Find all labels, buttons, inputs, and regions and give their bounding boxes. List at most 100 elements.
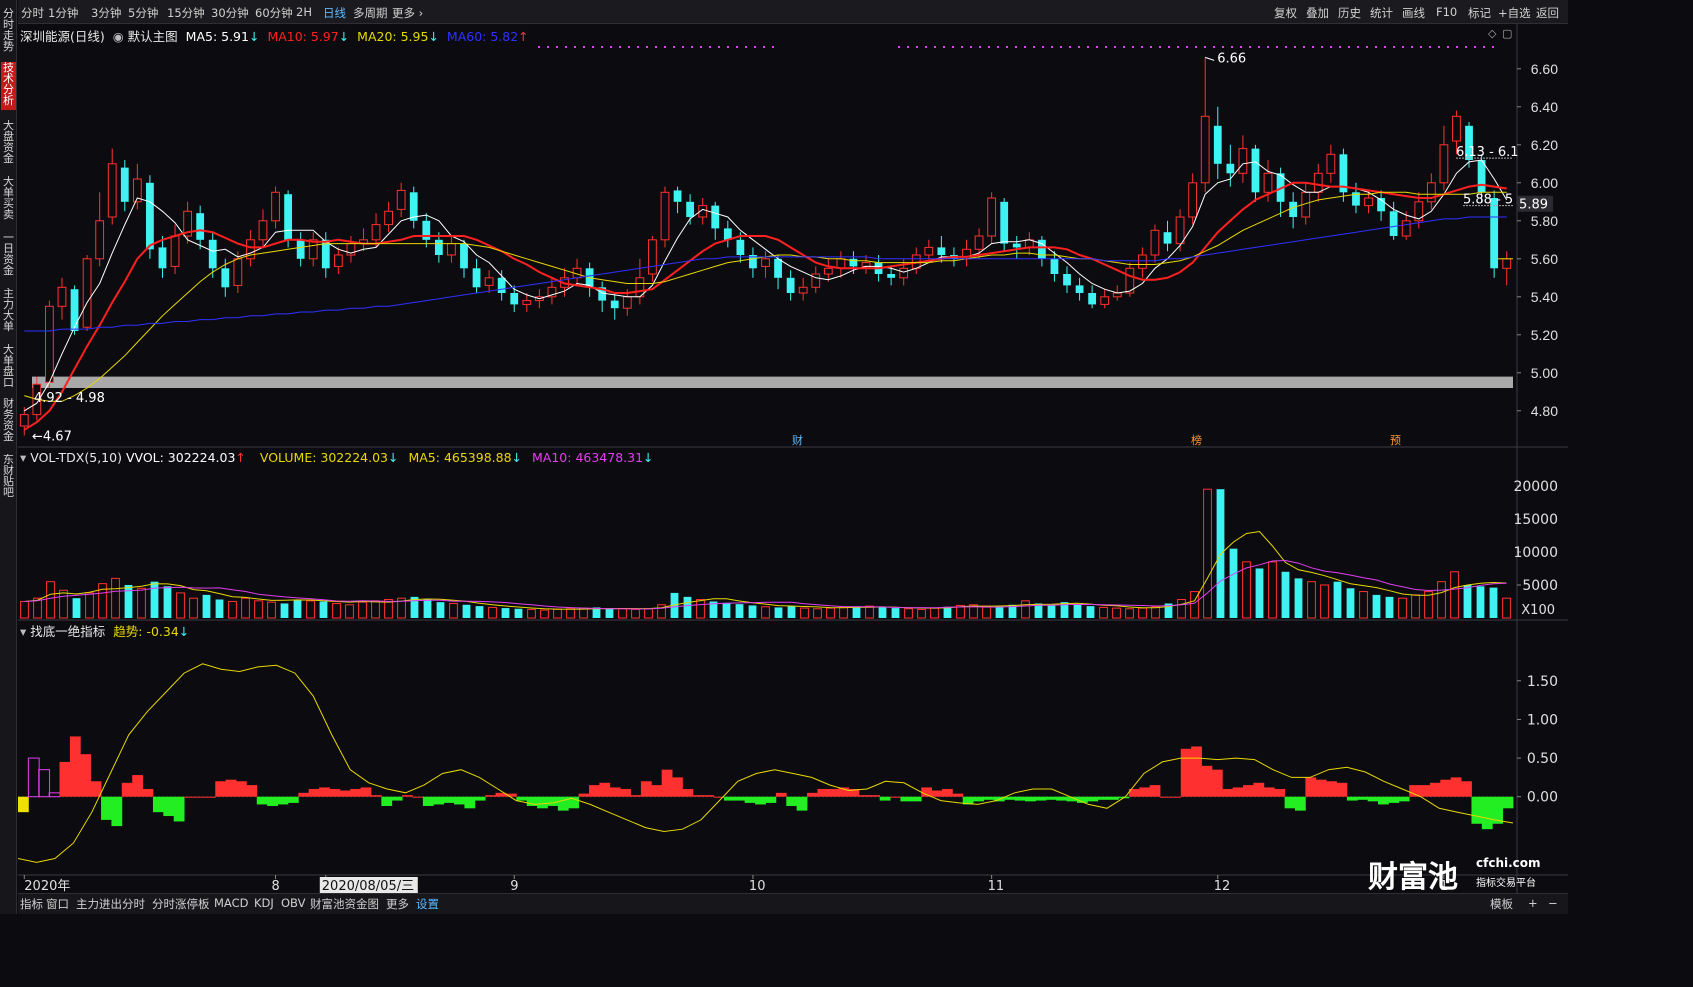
toolbar-button[interactable]: +自选 bbox=[1498, 5, 1531, 21]
candle-body bbox=[1213, 125, 1222, 164]
side-tab[interactable]: 分时走势 bbox=[1, 8, 16, 56]
period-tab[interactable]: 30分钟 bbox=[211, 5, 249, 21]
bottom-tab[interactable]: 分时涨停板 bbox=[152, 896, 210, 912]
period-tab[interactable]: 多周期 bbox=[353, 5, 388, 21]
template-name[interactable]: 默认主图 bbox=[128, 29, 178, 44]
bottom-tab[interactable]: 窗口 bbox=[46, 896, 69, 912]
indicator-bar bbox=[890, 796, 901, 798]
bottom-right-button[interactable]: + bbox=[1528, 896, 1538, 910]
x-tick-label: 10 bbox=[749, 879, 766, 893]
signal-dot bbox=[1204, 46, 1206, 48]
down-arrow-icon: ↓ bbox=[248, 29, 260, 44]
volume-bar bbox=[878, 607, 887, 618]
side-tab[interactable]: 东财贴吧 bbox=[1, 454, 16, 502]
bottom-tab[interactable]: MACD bbox=[214, 896, 248, 910]
bottom-tab[interactable]: 主力进出分时 bbox=[76, 896, 145, 912]
candle-body bbox=[686, 201, 695, 217]
period-tab[interactable]: 60分钟 bbox=[255, 5, 293, 21]
trend-line bbox=[18, 663, 1514, 863]
signal-dot bbox=[1438, 46, 1440, 48]
candle-body bbox=[1364, 197, 1373, 207]
side-tab[interactable]: 大单买卖 bbox=[1, 176, 16, 224]
toolbar-button[interactable]: 统计 bbox=[1370, 5, 1393, 21]
stock-name[interactable]: 深圳能源(日线) bbox=[20, 29, 105, 44]
period-tab[interactable]: 15分钟 bbox=[167, 5, 205, 21]
period-tab[interactable]: 更多 › bbox=[392, 5, 423, 21]
volume-bar bbox=[1047, 605, 1056, 618]
indicator-name[interactable]: 找底一绝指标 bbox=[30, 624, 105, 639]
side-tab[interactable]: 一日资金 bbox=[1, 232, 16, 280]
indicator-bar bbox=[277, 796, 289, 805]
candle-body bbox=[761, 258, 770, 267]
volume-bar bbox=[839, 606, 848, 619]
indicator-bar bbox=[485, 795, 496, 797]
indicator-bar bbox=[391, 796, 403, 801]
toolbar-button[interactable]: 复权 bbox=[1274, 5, 1297, 21]
side-tab[interactable]: 主力大单 bbox=[1, 288, 16, 336]
down-arrow-icon: ↓ bbox=[511, 450, 523, 465]
signal-dot bbox=[925, 46, 927, 48]
volume-bar bbox=[1476, 586, 1485, 618]
indicator-bar bbox=[1108, 796, 1119, 800]
period-tab[interactable]: 5分钟 bbox=[128, 5, 158, 21]
indicator-bar bbox=[557, 796, 569, 811]
candle-body bbox=[1439, 144, 1449, 184]
period-tab[interactable]: 1分钟 bbox=[48, 5, 78, 21]
indicator-bar bbox=[454, 796, 465, 805]
low-annotation: ←4.67 bbox=[32, 430, 72, 445]
volume-bar bbox=[1203, 488, 1212, 619]
bottom-tab[interactable]: 财富池资金图 bbox=[310, 896, 379, 912]
bottom-right-button[interactable]: 模板 bbox=[1490, 896, 1513, 912]
bottom-tab[interactable]: 设置 bbox=[416, 896, 439, 912]
volume-bar bbox=[683, 596, 692, 618]
signal-dot bbox=[1411, 46, 1413, 48]
candle-body bbox=[196, 213, 205, 240]
upper-box-label: 6.13 - 6.1 bbox=[1456, 145, 1519, 160]
period-tab[interactable]: 分时 bbox=[21, 5, 44, 21]
brand-url: cfchi.com bbox=[1476, 856, 1541, 870]
volume-bar bbox=[1359, 591, 1368, 619]
bottom-tab[interactable]: OBV bbox=[281, 896, 305, 910]
indicator-bar bbox=[267, 796, 278, 806]
volume-bar bbox=[943, 606, 952, 618]
volume-bar bbox=[202, 594, 211, 618]
side-tab[interactable]: 大单盘口 bbox=[1, 344, 16, 392]
toolbar-button[interactable]: 叠加 bbox=[1306, 5, 1329, 21]
indicator-bar bbox=[370, 795, 382, 797]
template-dropdown-icon[interactable]: ◉ bbox=[113, 29, 124, 44]
signal-dot bbox=[1312, 46, 1314, 48]
signal-dot bbox=[1078, 46, 1080, 48]
period-tab[interactable]: 3分钟 bbox=[91, 5, 121, 21]
toolbar-button[interactable]: 历史 bbox=[1338, 5, 1361, 21]
side-tab[interactable]: 技术分析 bbox=[1, 62, 16, 110]
toolbar-button[interactable]: F10 bbox=[1436, 5, 1457, 19]
indicator-bar bbox=[786, 796, 798, 806]
toolbar-button[interactable]: 画线 bbox=[1402, 5, 1425, 21]
panel-menu-icon[interactable]: ▾ bbox=[20, 450, 26, 465]
price-tick-label: 5.60 bbox=[1531, 251, 1558, 267]
toolbar-button[interactable]: 返回 bbox=[1536, 5, 1559, 21]
bottom-tab[interactable]: 更多 bbox=[386, 896, 409, 912]
side-tab[interactable]: 大盘资金 bbox=[1, 120, 16, 168]
panel-menu-icon[interactable]: ▾ bbox=[20, 624, 26, 639]
bottom-tab[interactable]: 指标 bbox=[20, 896, 43, 912]
vol-ma5-value: MA5: 465398.88 bbox=[408, 450, 512, 465]
period-tab[interactable]: 日线 bbox=[323, 5, 346, 21]
indicator-bar bbox=[651, 785, 663, 797]
diamond-icon: ◇ bbox=[1488, 27, 1497, 40]
toolbar-button[interactable]: 标记 bbox=[1468, 5, 1491, 21]
indicator-bar bbox=[59, 761, 71, 797]
candle-body bbox=[384, 210, 394, 226]
signal-dot bbox=[1006, 46, 1008, 48]
side-tab[interactable]: 财务资金 bbox=[1, 398, 16, 446]
period-tab[interactable]: 2H bbox=[296, 5, 312, 19]
indicator-bar bbox=[682, 788, 694, 797]
indicator-bar bbox=[609, 787, 621, 797]
candle-body bbox=[284, 194, 292, 240]
indicator-bar bbox=[163, 796, 175, 817]
indicator-bar bbox=[516, 796, 528, 801]
volume-indicator-name[interactable]: VOL-TDX(5,10) bbox=[30, 450, 122, 465]
bottom-right-button[interactable]: − bbox=[1548, 896, 1558, 910]
bottom-tab[interactable]: KDJ bbox=[254, 896, 274, 910]
indicator-bar bbox=[910, 796, 922, 802]
